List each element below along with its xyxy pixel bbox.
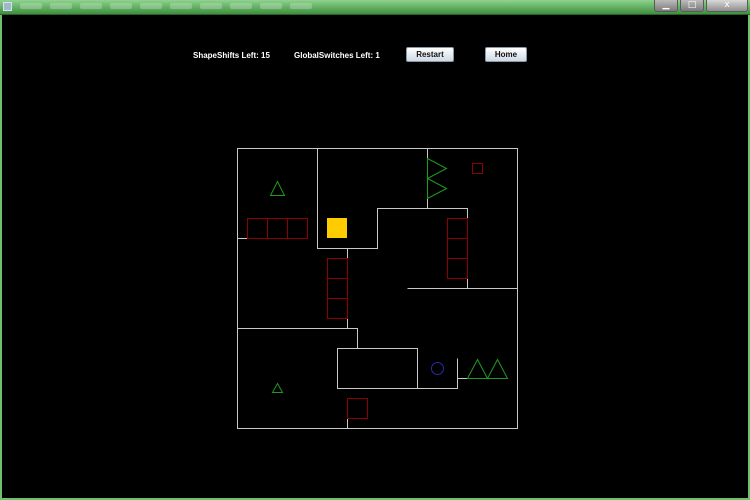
- red-blocks: [247, 163, 483, 419]
- block: [347, 398, 368, 419]
- block: [327, 258, 348, 279]
- goal-circle-icon: [431, 362, 444, 375]
- wall-inner-box: [337, 348, 418, 389]
- block: [447, 258, 468, 279]
- block: [447, 238, 468, 259]
- small-block: [472, 163, 483, 174]
- player-square-icon: [327, 218, 347, 238]
- spike-triangle-icon: [271, 382, 284, 393]
- spike-triangle-icon: [269, 180, 286, 196]
- block: [327, 278, 348, 299]
- block: [447, 218, 468, 239]
- block: [287, 218, 308, 239]
- block: [247, 218, 268, 239]
- spike-triangle-icon: [466, 358, 489, 379]
- green-spikes: [269, 157, 509, 393]
- game-board: [237, 148, 518, 429]
- block: [327, 298, 348, 319]
- block: [267, 218, 288, 239]
- spike-triangle-icon: [427, 177, 448, 200]
- wall-lower-left: [237, 328, 358, 349]
- spike-triangle-icon: [427, 157, 448, 180]
- spike-triangle-icon: [486, 358, 509, 379]
